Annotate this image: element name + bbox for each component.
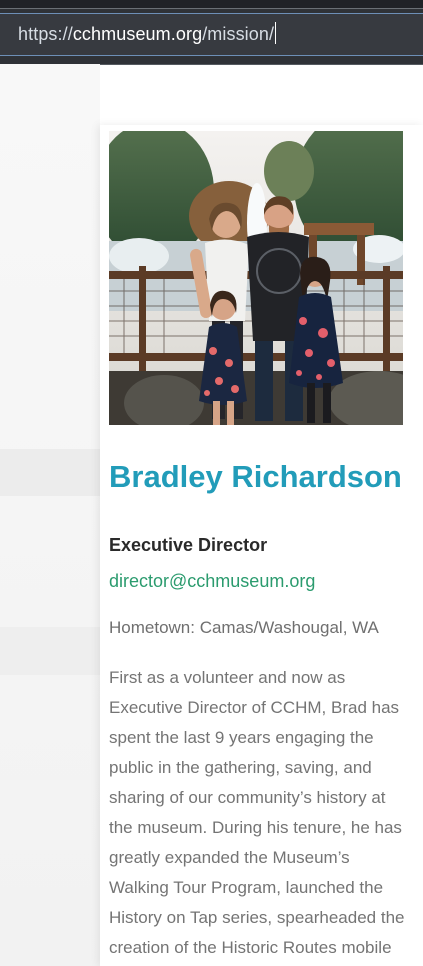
background-shade [0,64,100,966]
url-host: cchmuseum.org [72,24,203,44]
staff-name: Bradley Richardson [109,459,402,494]
background-block [0,627,100,675]
url-text[interactable]: https://cchmuseum.org/mission/ [18,22,277,45]
staff-bio: First as a volunteer and now as Executiv… [109,668,405,957]
address-bar[interactable]: https://cchmuseum.org/mission/ [0,13,423,56]
staff-title: Executive Director [109,535,268,555]
browser-toolbar: https://cchmuseum.org/mission/ [0,0,423,65]
profile-photo [109,131,403,425]
staff-profile-card: Bradley Richardson Executive Director di… [100,125,423,966]
url-scheme: https:// [18,24,73,44]
staff-hometown: Hometown: Camas/Washougal, WA [109,618,379,637]
url-path: /mission/ [202,24,275,44]
text-cursor [275,22,277,44]
staff-email-link[interactable]: director@cchmuseum.org [109,571,315,592]
